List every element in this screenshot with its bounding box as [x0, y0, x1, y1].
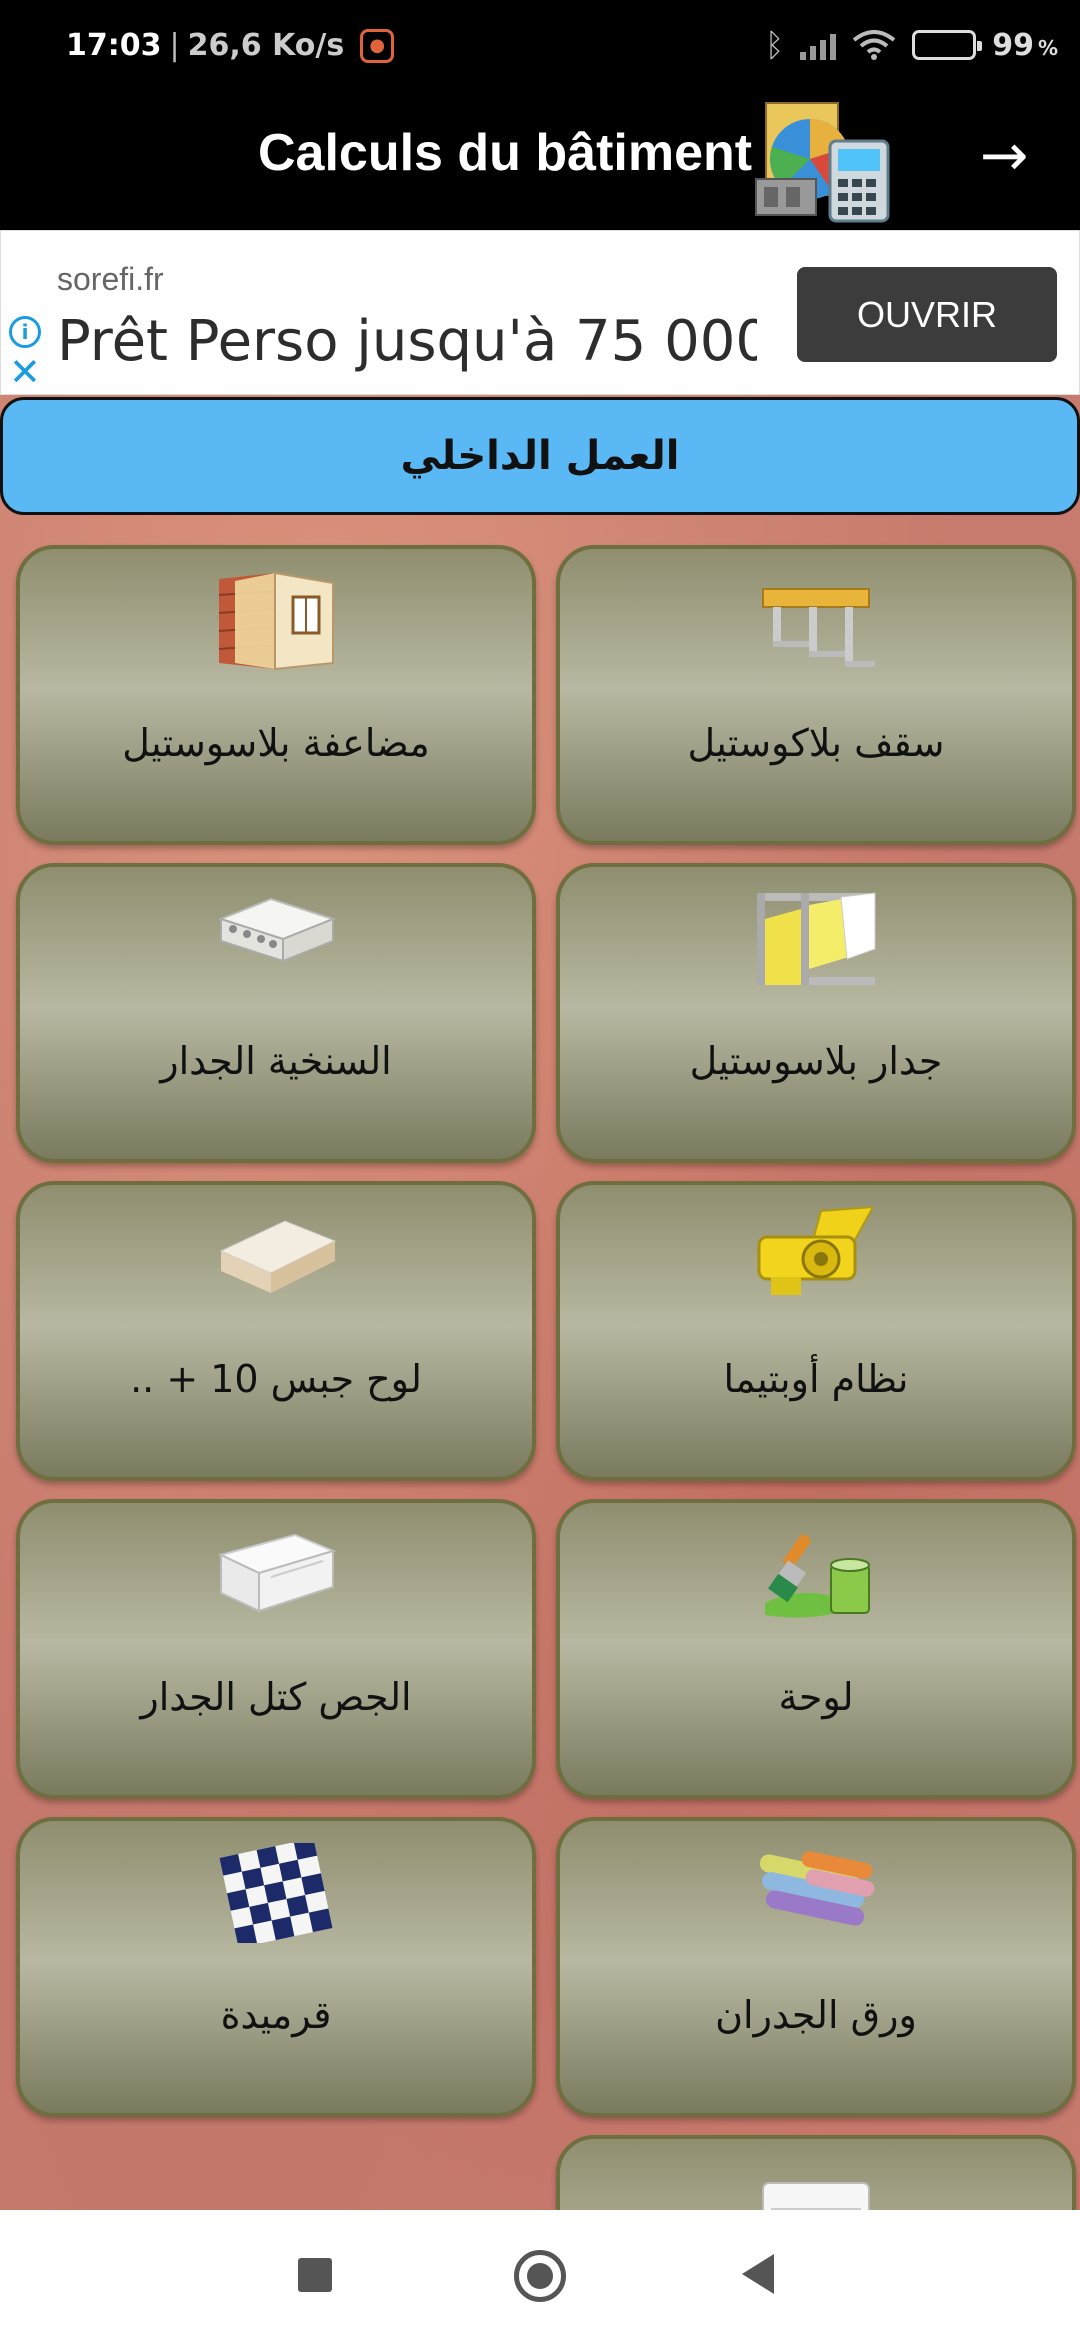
hollow-panel-icon: [218, 897, 336, 963]
tile-cloison-placostil[interactable]: جدار بلاسوستيل: [556, 863, 1076, 1163]
tile-label: ورق الجدران: [715, 1993, 917, 2037]
signal-icon: [800, 30, 837, 60]
tile-label: لوحة: [778, 1675, 854, 1719]
back-button[interactable]: [742, 2254, 774, 2294]
clock: 17:03: [66, 28, 162, 63]
wallpaper-rolls-icon: [759, 1851, 875, 1926]
air-conditioner-icon: [762, 2182, 870, 2210]
status-left: 17:03 | 26,6 Ko/s ●: [66, 28, 395, 63]
ad-headline[interactable]: Prêt Perso jusqu'à 75 000 €: [57, 309, 757, 374]
tile-label: نظام أوبتيما: [723, 1357, 909, 1401]
plasterboard-icon: [219, 1220, 337, 1293]
app-title: Calculs du bâtiment: [258, 124, 753, 182]
tile-label: قرميدة: [220, 1993, 332, 2037]
tile-label: مضاعفة بلاسوستيل: [122, 721, 430, 765]
status-right: ᛒ 99%: [765, 26, 1058, 64]
tile-alveolaire-cloison[interactable]: السنخية الجدار: [16, 863, 536, 1163]
tile-label: السنخية الجدار: [160, 1039, 392, 1083]
screen-record-icon: ●: [360, 28, 395, 63]
tile-checker-icon: [219, 1843, 333, 1943]
tile-label: لوح جبس 10 + ..: [130, 1357, 422, 1401]
system-nav-bar: [0, 2210, 1080, 2340]
ceiling-rail-icon: [762, 588, 875, 667]
wifi-icon: [852, 30, 896, 60]
bluetooth-icon: ᛒ: [765, 26, 785, 64]
arrow-right-icon[interactable]: →: [972, 123, 1036, 187]
ad-close-icon[interactable]: ✕: [9, 353, 41, 391]
plaster-block-icon: [218, 1533, 336, 1613]
tile-doublage-placostil[interactable]: مضاعفة بلاسوستيل: [16, 545, 536, 845]
ad-open-button[interactable]: OUVRIR: [797, 267, 1057, 362]
tile-papier-peint[interactable]: ورق الجدران: [556, 1817, 1076, 2117]
tile-plaque-platre[interactable]: لوح جبس 10 + ..: [16, 1181, 536, 1481]
tile-systeme-optima[interactable]: نظام أوبتيما: [556, 1181, 1076, 1481]
optima-bracket-icon: [757, 1207, 875, 1295]
status-bar: 17:03 | 26,6 Ko/s ● ᛒ 99%: [0, 0, 1080, 95]
battery-icon: [912, 30, 983, 60]
tile-label: الجص كتل الجدار: [140, 1675, 412, 1719]
content-area: العمل الداخلي سقف بلاكوستيل مضاعفة بلاسو…: [0, 395, 1080, 2210]
status-separator: |: [169, 28, 180, 63]
ad-banner[interactable]: sorefi.fr i ✕ Prêt Perso jusqu'à 75 000 …: [0, 230, 1080, 395]
recents-button[interactable]: [298, 2258, 332, 2292]
ad-domain: sorefi.fr: [57, 261, 164, 297]
ad-info-icon[interactable]: i: [9, 316, 41, 348]
tile-climatisation[interactable]: [556, 2135, 1076, 2210]
tile-carrelage[interactable]: قرميدة: [16, 1817, 536, 2117]
network-speed: 26,6 Ko/s: [187, 28, 345, 63]
stud-wall-icon: [757, 892, 876, 985]
tile-plafond-placostil[interactable]: سقف بلاكوستيل: [556, 545, 1076, 845]
wall-lining-icon: [218, 571, 334, 671]
tile-label: جدار بلاسوستيل: [689, 1039, 943, 1083]
tile-peinture[interactable]: لوحة: [556, 1499, 1076, 1799]
battery-percent: 99%: [992, 27, 1058, 63]
home-button[interactable]: [514, 2250, 566, 2302]
app-logo-icon: [755, 102, 890, 223]
section-header-button[interactable]: العمل الداخلي: [0, 397, 1080, 515]
tile-label: سقف بلاكوستيل: [687, 721, 945, 765]
app-bar: Calculs du bâtiment →: [0, 95, 1080, 230]
paint-brush-icon: [765, 1534, 870, 1618]
tile-carreaux-platre[interactable]: الجص كتل الجدار: [16, 1499, 536, 1799]
